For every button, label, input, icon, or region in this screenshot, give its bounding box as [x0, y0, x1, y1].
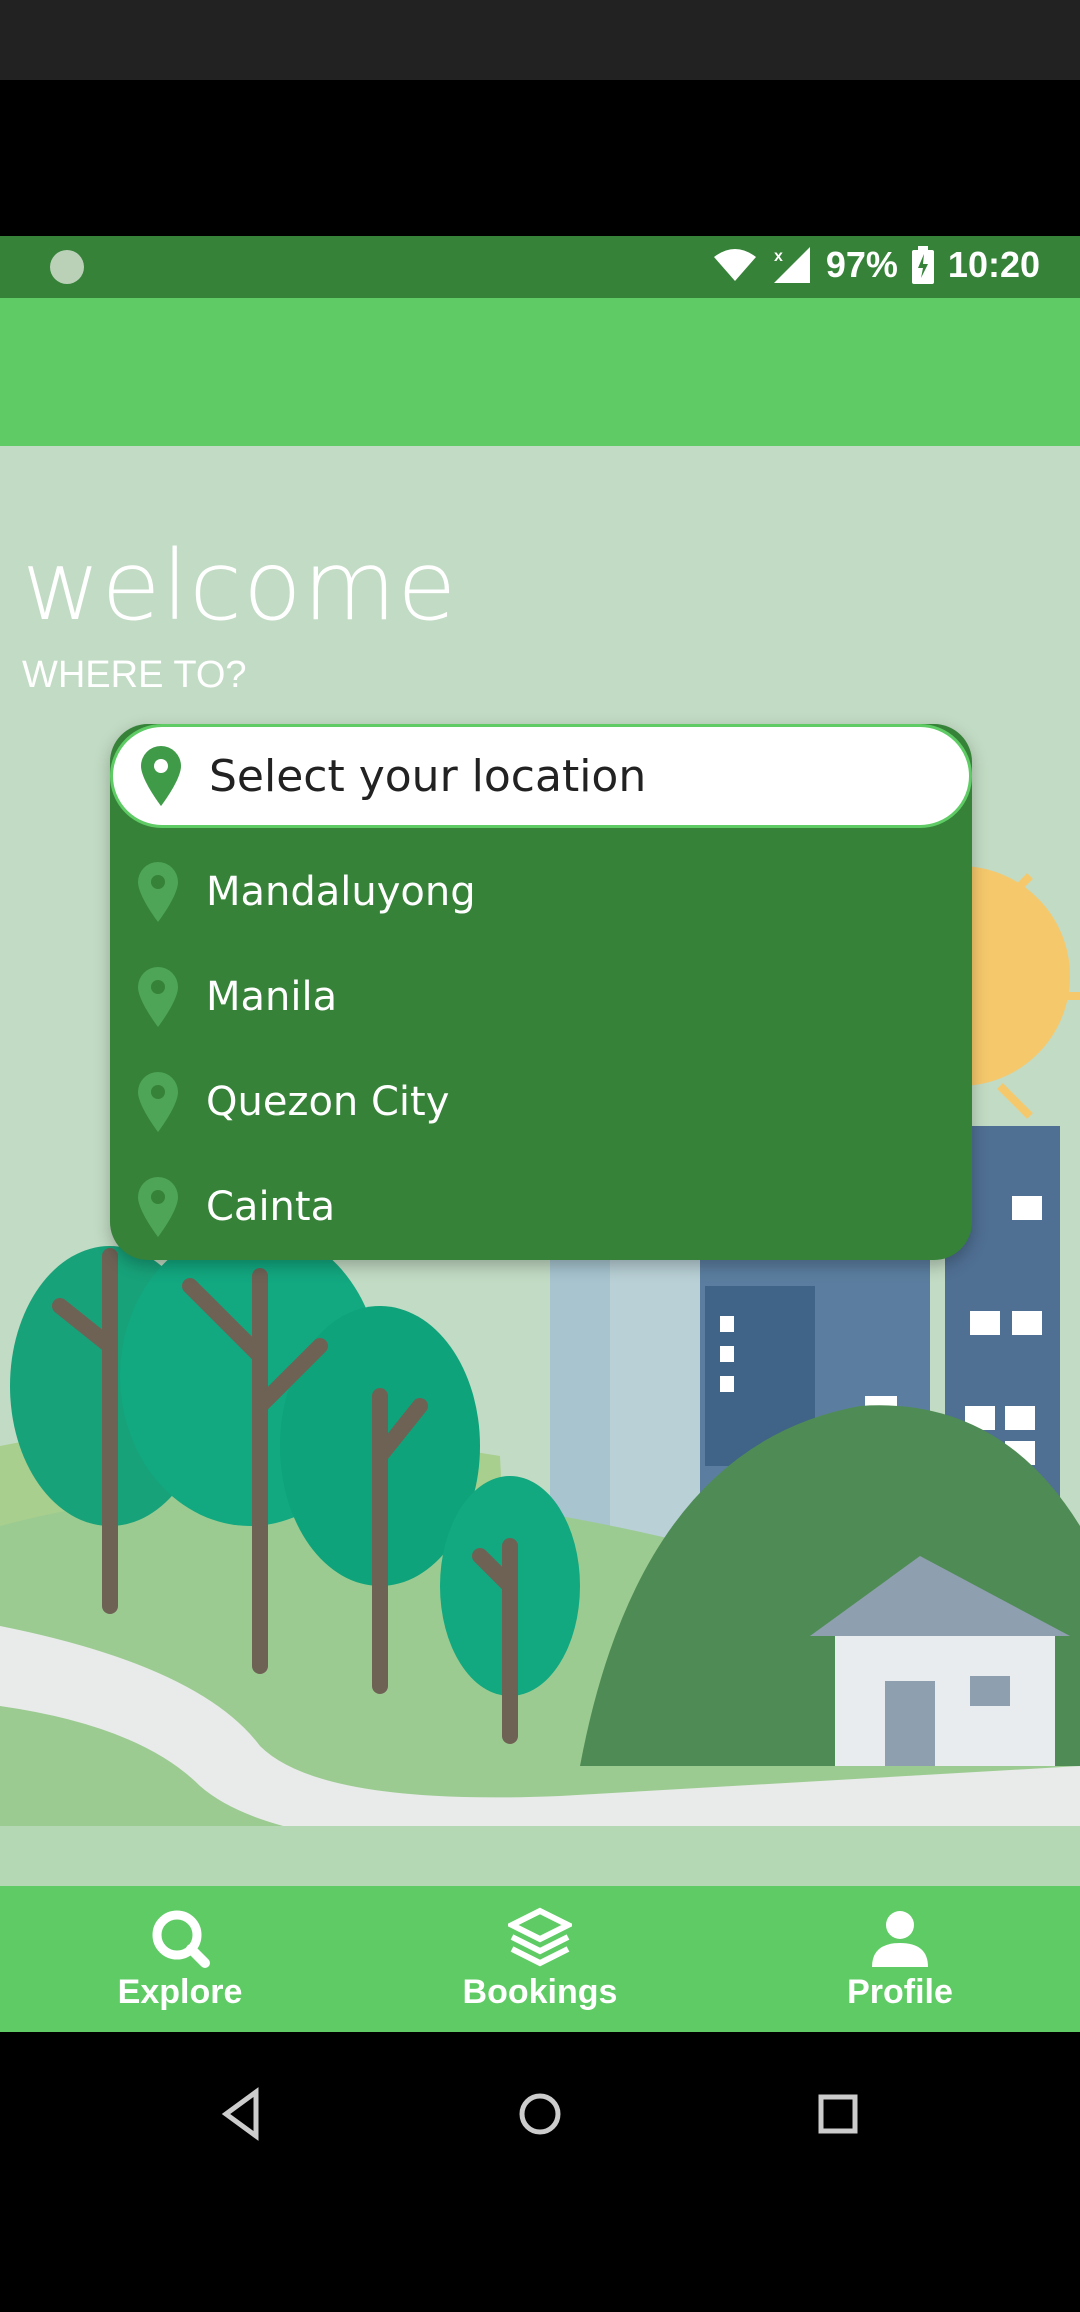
nav-explore[interactable]: Explore — [0, 1886, 360, 2032]
svg-text:x: x — [774, 248, 783, 265]
profile-icon — [872, 1910, 928, 1967]
back-icon[interactable] — [212, 2084, 272, 2144]
welcome-title: welcome — [22, 530, 458, 642]
location-pin-icon — [141, 746, 181, 806]
wifi-icon — [713, 249, 756, 281]
search-icon — [152, 1910, 210, 1968]
location-option-label: Manila — [206, 974, 338, 1020]
status-bar: x 97% 10:20 — [0, 236, 1080, 298]
location-pin-icon — [138, 967, 178, 1027]
where-to-label: WHERE TO? — [22, 654, 247, 696]
location-option-label: Cainta — [206, 1184, 336, 1230]
nav-bookings[interactable]: Bookings — [360, 1886, 720, 2032]
top-bezel — [0, 0, 1080, 80]
location-pin-icon — [138, 1072, 178, 1132]
clock: 10:20 — [947, 244, 1040, 285]
location-select[interactable]: Select your location — [110, 724, 972, 828]
bottom-navigation: Explore Bookings Profile — [0, 1886, 1080, 2032]
signal-icon: x — [773, 247, 810, 283]
top-bezel-black — [0, 80, 1080, 236]
battery-percent: 97% — [825, 244, 898, 285]
location-pin-icon — [138, 862, 178, 922]
location-option-label: Quezon City — [206, 1079, 450, 1125]
bookings-icon — [508, 1907, 572, 1966]
location-option-cainta[interactable]: Cainta — [110, 1157, 972, 1257]
nav-bookings-label: Bookings — [462, 1972, 618, 2011]
nav-profile-label: Profile — [847, 1972, 953, 2011]
location-option-quezon-city[interactable]: Quezon City — [110, 1052, 972, 1152]
app-bar — [0, 298, 1080, 446]
location-option-manila[interactable]: Manila — [110, 947, 972, 1047]
location-option-label: Mandaluyong — [206, 869, 476, 915]
nav-explore-label: Explore — [117, 1972, 243, 2011]
battery-charging-icon — [911, 246, 934, 284]
notification-icon — [50, 250, 84, 284]
home-icon[interactable] — [510, 2084, 570, 2144]
system-navigation-bar — [0, 2032, 1080, 2312]
recents-icon[interactable] — [808, 2084, 868, 2144]
location-pin-icon — [138, 1177, 178, 1237]
location-option-mandaluyong[interactable]: Mandaluyong — [110, 842, 972, 942]
nav-profile[interactable]: Profile — [720, 1886, 1080, 2032]
location-select-placeholder: Select your location — [209, 750, 647, 802]
